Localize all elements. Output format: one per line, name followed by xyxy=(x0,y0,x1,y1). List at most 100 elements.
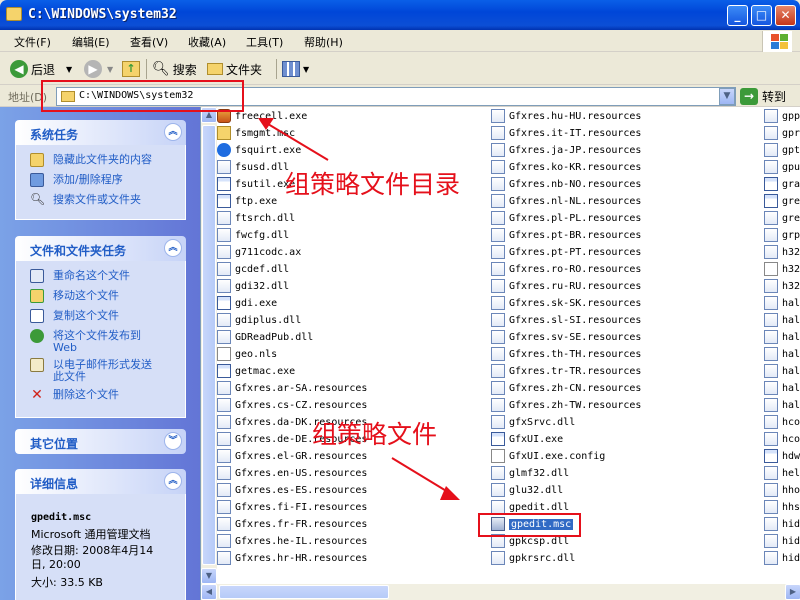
file-item[interactable]: GfxUI.exe.config xyxy=(491,448,605,464)
maximize-button[interactable]: □ xyxy=(751,5,772,26)
file-item[interactable]: hhs xyxy=(764,499,800,515)
file-item[interactable]: hal xyxy=(764,329,800,345)
search-button[interactable]: 🔍︎ 搜索 xyxy=(152,58,197,80)
file-item[interactable]: Gfxres.sl-SI.resources xyxy=(491,312,641,328)
scroll-right-icon[interactable]: ▶ xyxy=(785,584,800,600)
file-item[interactable]: GDReadPub.dll xyxy=(217,329,313,345)
file-item[interactable]: hal xyxy=(764,397,800,413)
file-tasks-header[interactable]: 文件和文件夹任务 ︽ xyxy=(15,236,186,261)
file-item[interactable]: hdw xyxy=(764,448,800,464)
menu-file[interactable]: 文件(F) xyxy=(14,34,51,50)
menu-tools[interactable]: 工具(T) xyxy=(246,34,283,50)
file-item[interactable]: gre xyxy=(764,193,800,209)
back-dropdown-icon[interactable]: ▼ xyxy=(66,65,72,74)
file-item[interactable]: fsmgmt.msc xyxy=(217,125,295,141)
file-item[interactable]: Gfxres.es-ES.resources xyxy=(217,482,367,498)
collapse-icon[interactable]: ︽ xyxy=(164,123,182,141)
file-item[interactable]: h32 xyxy=(764,278,800,294)
file-item[interactable]: gpu xyxy=(764,159,800,175)
menu-help[interactable]: 帮助(H) xyxy=(304,34,343,50)
file-item[interactable]: hal xyxy=(764,295,800,311)
file-item[interactable]: Gfxres.zh-CN.resources xyxy=(491,380,641,396)
file-item[interactable]: ftsrch.dll xyxy=(217,210,295,226)
back-button[interactable]: ◀ 后退 ▼ xyxy=(10,58,72,80)
file-item[interactable]: gdi32.dll xyxy=(217,278,289,294)
file-item[interactable]: hal xyxy=(764,363,800,379)
forward-dropdown-icon[interactable]: ▼ xyxy=(107,65,113,74)
file-item[interactable]: Gfxres.pt-BR.resources xyxy=(491,227,641,243)
file-item[interactable]: Gfxres.hr-HR.resources xyxy=(217,550,367,566)
file-item[interactable]: hal xyxy=(764,312,800,328)
file-item[interactable]: gra xyxy=(764,176,800,192)
file-item[interactable]: Gfxres.zh-TW.resources xyxy=(491,397,641,413)
menu-view[interactable]: 查看(V) xyxy=(130,34,168,50)
file-item[interactable]: Gfxres.cs-CZ.resources xyxy=(217,397,367,413)
file-item[interactable]: hal xyxy=(764,380,800,396)
minimize-button[interactable]: _ xyxy=(727,5,748,26)
file-item[interactable]: ftp.exe xyxy=(217,193,277,209)
file-item[interactable]: h32 xyxy=(764,244,800,260)
file-item[interactable]: gdiplus.dll xyxy=(217,312,301,328)
file-item[interactable]: hal xyxy=(764,346,800,362)
scroll-thumb[interactable] xyxy=(219,585,389,599)
file-item[interactable]: Gfxres.ko-KR.resources xyxy=(491,159,641,175)
file-item[interactable]: hco xyxy=(764,414,800,430)
file-item[interactable]: hid xyxy=(764,533,800,549)
system-tasks-header[interactable]: 系统任务 ︽ xyxy=(15,120,186,145)
collapse-icon[interactable]: ︽ xyxy=(164,472,182,490)
file-item[interactable]: gdi.exe xyxy=(217,295,277,311)
file-item[interactable]: grp xyxy=(764,227,800,243)
file-item[interactable]: gcdef.dll xyxy=(217,261,289,277)
menu-edit[interactable]: 编辑(E) xyxy=(72,34,110,50)
collapse-icon[interactable]: ︽ xyxy=(164,239,182,257)
file-item[interactable]: h32 xyxy=(764,261,800,277)
file-item[interactable]: Gfxres.hu-HU.resources xyxy=(491,108,641,124)
file-item[interactable]: fsusd.dll xyxy=(217,159,289,175)
expand-icon[interactable]: ︾ xyxy=(164,432,182,450)
file-item[interactable]: Gfxres.ja-JP.resources xyxy=(491,142,641,158)
file-item[interactable]: Gfxres.it-IT.resources xyxy=(491,125,641,141)
file-item[interactable]: fsquirt.exe xyxy=(217,142,301,158)
file-item[interactable]: gre xyxy=(764,210,800,226)
file-item[interactable]: fwcfg.dll xyxy=(217,227,289,243)
file-item[interactable]: Gfxres.fr-FR.resources xyxy=(217,516,367,532)
file-item[interactable]: Gfxres.ru-RU.resources xyxy=(491,278,641,294)
go-button[interactable]: → 转到 xyxy=(740,88,786,105)
file-item[interactable]: gpkrsrc.dll xyxy=(491,550,575,566)
other-places-header[interactable]: 其它位置 ︾ xyxy=(15,429,186,454)
file-item[interactable]: hid xyxy=(764,516,800,532)
file-item[interactable]: Gfxres.ar-SA.resources xyxy=(217,380,367,396)
file-item[interactable]: gpt xyxy=(764,142,800,158)
file-item[interactable]: hco xyxy=(764,431,800,447)
menu-favorites[interactable]: 收藏(A) xyxy=(188,34,226,50)
address-dropdown-icon[interactable]: ▼ xyxy=(719,88,735,105)
file-item[interactable]: hho xyxy=(764,482,800,498)
details-header[interactable]: 详细信息 ︽ xyxy=(15,469,186,494)
file-item[interactable]: GfxUI.exe xyxy=(491,431,563,447)
file-item[interactable]: getmac.exe xyxy=(217,363,295,379)
vertical-scrollbar[interactable]: ▲ ▼ xyxy=(201,107,217,584)
file-item[interactable]: Gfxres.tr-TR.resources xyxy=(491,363,641,379)
forward-button[interactable]: ▶ ▼ xyxy=(84,58,113,80)
file-item[interactable]: geo.nls xyxy=(217,346,277,362)
file-item[interactable]: hid xyxy=(764,550,800,566)
file-item[interactable]: Gfxres.pt-PT.resources xyxy=(491,244,641,260)
horizontal-scrollbar[interactable]: ◀ ▶ xyxy=(201,584,800,600)
scroll-down-icon[interactable]: ▼ xyxy=(201,568,217,584)
file-item[interactable]: gpr xyxy=(764,125,800,141)
file-item[interactable]: Gfxres.fi-FI.resources xyxy=(217,499,367,515)
file-item[interactable]: Gfxres.nl-NL.resources xyxy=(491,193,641,209)
file-item[interactable]: fsutil.exe xyxy=(217,176,295,192)
file-item[interactable]: Gfxres.ro-RO.resources xyxy=(491,261,641,277)
file-item[interactable]: Gfxres.he-IL.resources xyxy=(217,533,367,549)
folders-button[interactable]: 文件夹 xyxy=(207,58,262,80)
file-item[interactable]: gfxSrvc.dll xyxy=(491,414,575,430)
file-item[interactable]: Gfxres.sk-SK.resources xyxy=(491,295,641,311)
title-bar[interactable]: C:\WINDOWS\system32 _ □ ✕ xyxy=(0,0,800,30)
scroll-left-icon[interactable]: ◀ xyxy=(201,584,217,600)
file-item[interactable]: hel xyxy=(764,465,800,481)
file-item[interactable]: Gfxres.nb-NO.resources xyxy=(491,176,641,192)
file-item[interactable]: Gfxres.en-US.resources xyxy=(217,465,367,481)
file-item[interactable]: glmf32.dll xyxy=(491,465,569,481)
scroll-thumb[interactable] xyxy=(202,125,216,565)
